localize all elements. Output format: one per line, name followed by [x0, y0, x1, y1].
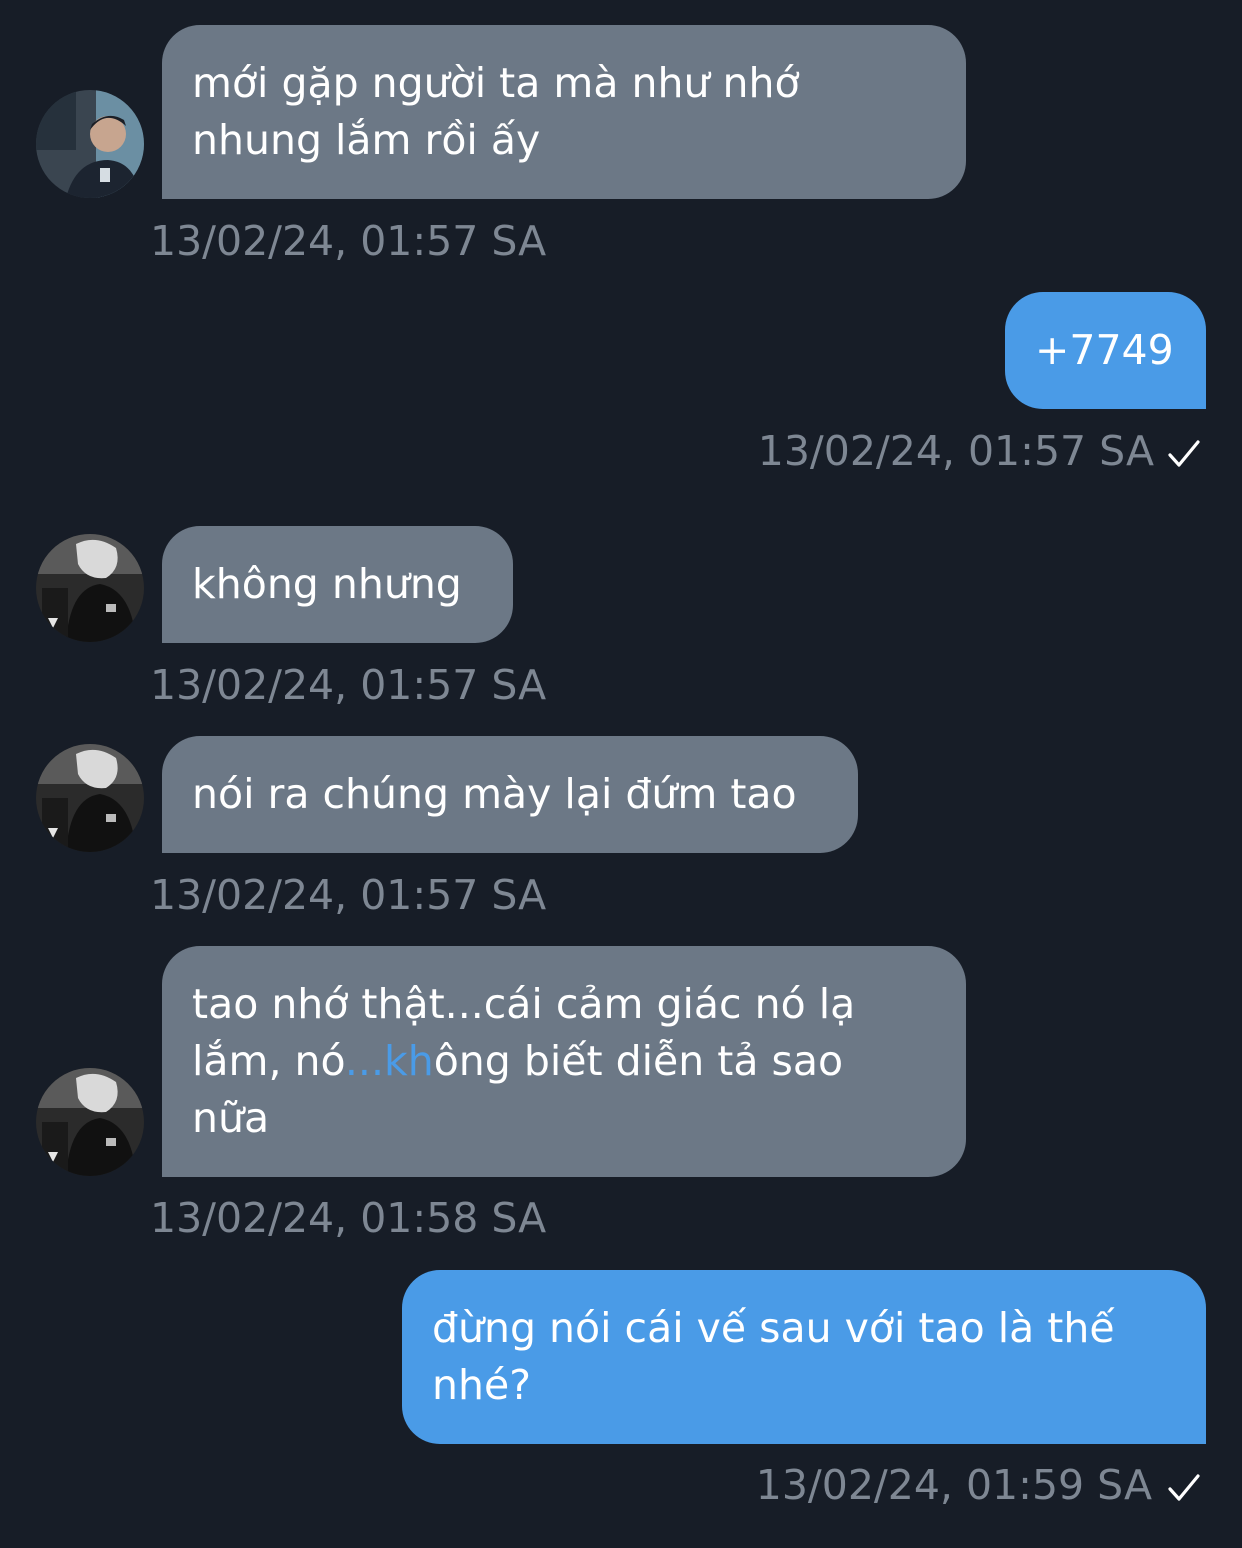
message-timestamp: 13/02/24, 01:57 SA	[150, 661, 547, 709]
message-bubble-incoming[interactable]: nói ra chúng mày lại đứm tao	[162, 736, 858, 853]
chat-screen: { "chat": { "messages": [ { "direction":…	[0, 0, 1242, 1548]
message-timestamp: 13/02/24, 01:59 SA	[755, 1461, 1152, 1509]
avatar-photo-blue	[36, 90, 144, 198]
avatar[interactable]	[36, 534, 144, 642]
avatar[interactable]	[36, 744, 144, 852]
message-bubble-incoming[interactable]: tao nhớ thật...cái cảm giác nó lạ lắm, n…	[162, 946, 966, 1177]
message-timestamp: 13/02/24, 01:57 SA	[150, 217, 547, 265]
message-timestamp: 13/02/24, 01:58 SA	[150, 1194, 547, 1242]
message-bubble-incoming[interactable]: mới gặp người ta mà như nhớ nhung lắm rồ…	[162, 25, 966, 199]
message-text: nói ra chúng mày lại đứm tao	[192, 770, 797, 818]
avatar-photo-monochrome	[36, 534, 144, 642]
message-timestamp: 13/02/24, 01:57 SA	[757, 427, 1154, 475]
checkmark-icon	[1168, 1474, 1200, 1501]
message-text-highlight: ...kh	[344, 1037, 434, 1085]
avatar-photo-monochrome	[36, 744, 144, 852]
message-text: +7749	[1035, 326, 1174, 374]
avatar[interactable]	[36, 1068, 144, 1176]
avatar-photo-monochrome	[36, 1068, 144, 1176]
message-text: tao nhớ thật...cái cảm giác nó lạ lắm, n…	[192, 976, 855, 1147]
message-text: mới gặp người ta mà như nhớ nhung lắm rồ…	[192, 59, 800, 164]
message-bubble-outgoing[interactable]: +7749	[1005, 292, 1206, 409]
checkmark-icon	[1168, 440, 1200, 467]
message-text: đừng nói cái vế sau với tao là thế nhé?	[432, 1304, 1115, 1409]
avatar[interactable]	[36, 90, 144, 198]
message-bubble-incoming[interactable]: không nhưng	[162, 526, 513, 643]
message-timestamp: 13/02/24, 01:57 SA	[150, 871, 547, 919]
message-bubble-outgoing[interactable]: đừng nói cái vế sau với tao là thế nhé?	[402, 1270, 1206, 1444]
message-text: không nhưng	[192, 560, 462, 608]
